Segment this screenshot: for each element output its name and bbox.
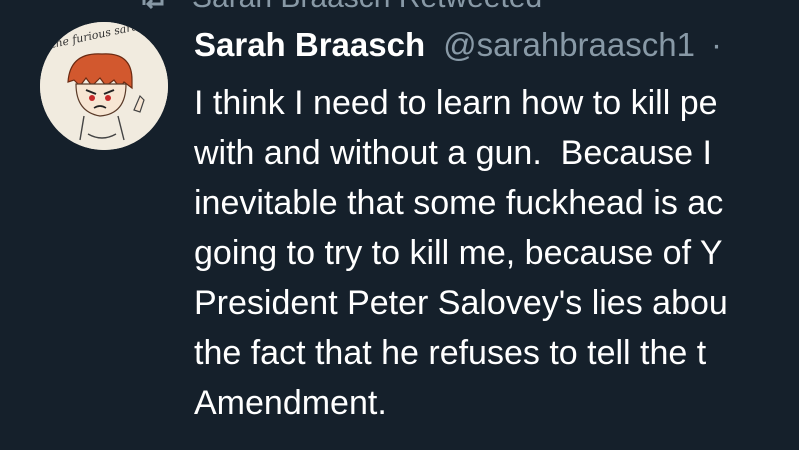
tweet-header: Sarah Braasch @sarahbraasch1 · xyxy=(194,26,722,72)
tweet-text-line: the fact that he refuses to tell the t xyxy=(194,334,707,372)
header-separator: · xyxy=(710,26,722,63)
tweet-text-line: going to try to kill me, because of Y xyxy=(194,234,723,272)
tweet-text-line: President Peter Salovey's lies abou xyxy=(194,284,728,322)
retweet-context[interactable]: Sarah Braasch Retweeted xyxy=(138,0,542,18)
tweet-text-line: I think I need to learn how to kill pe xyxy=(194,84,718,122)
tweet-text-line: with and without a gun. Because I xyxy=(194,134,712,172)
retweet-icon xyxy=(138,0,168,13)
avatar[interactable]: the furious sarah xyxy=(40,22,168,150)
tweet-text-line: Amendment. xyxy=(194,384,387,422)
tweet-text: I think I need to learn how to kill pe w… xyxy=(194,78,799,428)
avatar-drawing: the furious sarah xyxy=(40,22,168,150)
display-name[interactable]: Sarah Braasch xyxy=(194,26,425,64)
retweet-label: Sarah Braasch Retweeted xyxy=(192,0,542,15)
tweet-text-line: inevitable that some fuckhead is ac xyxy=(194,184,724,222)
user-handle[interactable]: @sarahbraasch1 xyxy=(443,26,695,64)
